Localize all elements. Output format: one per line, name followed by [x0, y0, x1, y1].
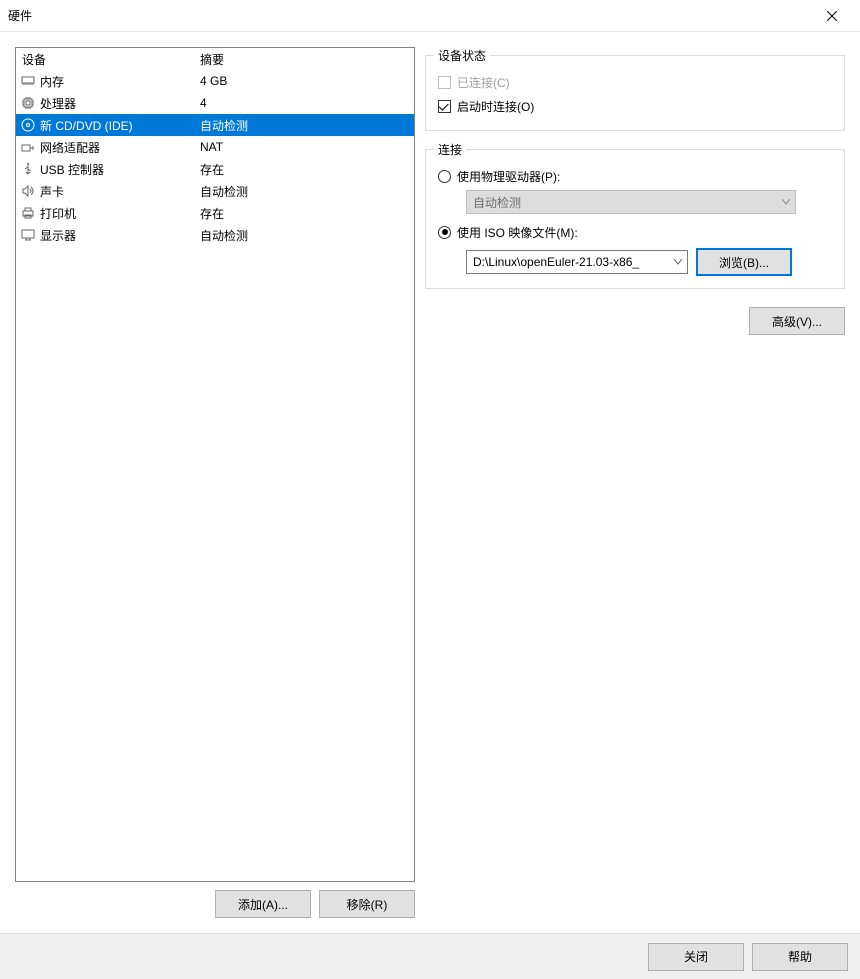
device-row[interactable]: 新 CD/DVD (IDE) 自动检测 [16, 114, 414, 136]
combo-value: 自动检测 [467, 194, 777, 211]
device-summary: 4 [196, 96, 414, 110]
remove-button[interactable]: 移除(R) [319, 890, 415, 918]
device-name: 打印机 [40, 205, 76, 222]
radio-label: 使用 ISO 映像文件(M): [457, 224, 578, 241]
chevron-down-icon [777, 191, 795, 213]
combo-value: D:\Linux\openEuler-21.03-x86_ [467, 255, 669, 269]
close-button[interactable]: 关闭 [648, 943, 744, 971]
device-name: 声卡 [40, 183, 64, 200]
hardware-dialog: 硬件 设备 摘要 内存 4 GB 处理器 4 新 CD/DVD (IDE) [0, 0, 860, 979]
browse-button[interactable]: 浏览(B)... [696, 248, 792, 276]
device-row[interactable]: 声卡 自动检测 [16, 180, 414, 202]
device-row[interactable]: USB 控制器 存在 [16, 158, 414, 180]
cpu-icon [20, 95, 36, 111]
device-summary: 自动检测 [196, 183, 414, 200]
group-connection: 连接 使用物理驱动器(P): 自动检测 使用 ISO 映像文件(M): [425, 149, 845, 289]
device-list: 设备 摘要 内存 4 GB 处理器 4 新 CD/DVD (IDE) 自动检测 … [15, 47, 415, 882]
device-row[interactable]: 处理器 4 [16, 92, 414, 114]
dialog-footer: 关闭 帮助 [0, 933, 860, 979]
group-device-status: 设备状态 已连接(C) 启动时连接(O) [425, 55, 845, 131]
checkbox-label: 已连接(C) [457, 74, 510, 91]
column-device: 设备 [16, 51, 196, 68]
device-name: 处理器 [40, 95, 76, 112]
device-summary: 存在 [196, 161, 414, 178]
close-icon[interactable] [812, 2, 852, 30]
printer-icon [20, 205, 36, 221]
checkbox-icon [438, 76, 451, 89]
help-button[interactable]: 帮助 [752, 943, 848, 971]
group-title-status: 设备状态 [434, 47, 490, 64]
radio-use-physical[interactable]: 使用物理驱动器(P): [438, 164, 832, 188]
device-summary: 4 GB [196, 74, 414, 88]
device-name: 网络适配器 [40, 139, 100, 156]
radio-icon[interactable] [438, 226, 451, 239]
device-row[interactable]: 内存 4 GB [16, 70, 414, 92]
device-row[interactable]: 打印机 存在 [16, 202, 414, 224]
memory-icon [20, 73, 36, 89]
checkbox-connected: 已连接(C) [438, 70, 832, 94]
radio-use-iso[interactable]: 使用 ISO 映像文件(M): [438, 220, 832, 244]
group-title-connection: 连接 [434, 141, 466, 158]
device-name: USB 控制器 [40, 161, 104, 178]
network-icon [20, 139, 36, 155]
checkbox-connect-on-start[interactable]: 启动时连接(O) [438, 94, 832, 118]
titlebar: 硬件 [0, 0, 860, 32]
window-title: 硬件 [8, 7, 812, 24]
iso-path-select[interactable]: D:\Linux\openEuler-21.03-x86_ [466, 250, 688, 274]
device-summary: 自动检测 [196, 227, 414, 244]
device-summary: 自动检测 [196, 117, 414, 134]
radio-label: 使用物理驱动器(P): [457, 168, 560, 185]
chevron-down-icon[interactable] [669, 251, 687, 273]
advanced-button[interactable]: 高级(V)... [749, 307, 845, 335]
display-icon [20, 227, 36, 243]
device-row[interactable]: 网络适配器 NAT [16, 136, 414, 158]
device-name: 新 CD/DVD (IDE) [40, 117, 133, 134]
physical-drive-select: 自动检测 [466, 190, 796, 214]
device-name: 内存 [40, 73, 64, 90]
column-summary: 摘要 [196, 51, 414, 68]
device-name: 显示器 [40, 227, 76, 244]
checkbox-icon[interactable] [438, 100, 451, 113]
device-list-header: 设备 摘要 [16, 48, 414, 70]
cd-icon [20, 117, 36, 133]
device-summary: 存在 [196, 205, 414, 222]
device-row[interactable]: 显示器 自动检测 [16, 224, 414, 246]
device-summary: NAT [196, 140, 414, 154]
checkbox-label: 启动时连接(O) [457, 98, 534, 115]
usb-icon [20, 161, 36, 177]
radio-icon[interactable] [438, 170, 451, 183]
sound-icon [20, 183, 36, 199]
add-button[interactable]: 添加(A)... [215, 890, 311, 918]
